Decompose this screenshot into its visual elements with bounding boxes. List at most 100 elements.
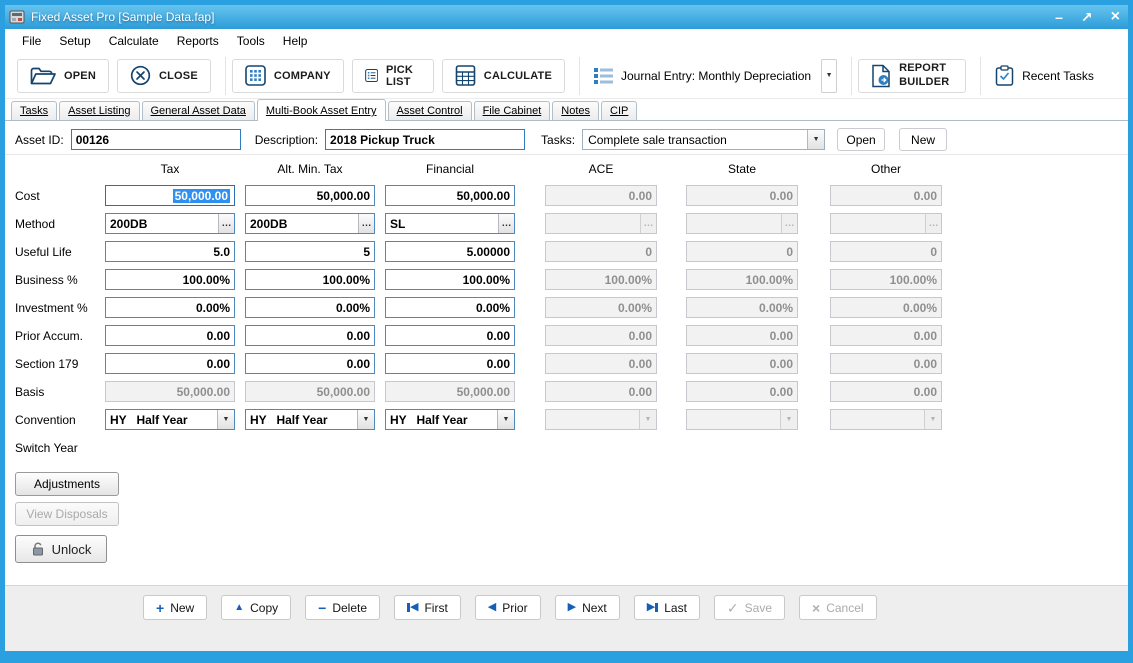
cost-ace-field: 0.00 (545, 185, 657, 206)
pick-list-icon (365, 65, 378, 86)
investment-pct-tax-field[interactable]: 0.00% (105, 297, 235, 318)
record-last-button[interactable]: ▶ Last (634, 595, 700, 620)
record-delete-button[interactable]: − Delete (305, 595, 380, 620)
investment-pct-ace-field: 0.00% (545, 297, 657, 318)
task-new-button[interactable]: New (899, 128, 947, 151)
prior-accum-financial-field[interactable]: 0.00 (385, 325, 515, 346)
journal-entry-control[interactable]: Journal Entry: Monthly Depreciation ▼ (586, 58, 845, 94)
menu-reports[interactable]: Reports (168, 31, 228, 51)
investment-pct-row: Investment % 0.00% 0.00% 0.00% 0.00% 0.0… (15, 297, 1128, 318)
tab-file-cabinet[interactable]: File Cabinet (474, 101, 551, 120)
section-179-tax-field[interactable]: 0.00 (105, 353, 235, 374)
method-tax-field[interactable]: 200DB… (105, 213, 235, 234)
convention-ace-arrow-icon: ▼ (639, 410, 656, 429)
method-financial-field[interactable]: SL… (385, 213, 515, 234)
maximize-icon[interactable]: ↗ (1081, 10, 1093, 24)
investment-pct-other-field: 0.00% (830, 297, 942, 318)
title-bar: Fixed Asset Pro [Sample Data.fap] – ↗ × (5, 5, 1128, 29)
menu-help[interactable]: Help (274, 31, 317, 51)
menu-calculate[interactable]: Calculate (100, 31, 168, 51)
business-pct-financial-field[interactable]: 100.00% (385, 269, 515, 290)
row-label-investment-pct: Investment % (15, 301, 105, 315)
company-button-label: COMPANY (274, 70, 331, 82)
prior-record-icon: ◀ (488, 602, 496, 613)
record-first-button[interactable]: ◀ First (394, 595, 461, 620)
calculate-button[interactable]: CALCULATE (442, 59, 565, 93)
open-button[interactable]: OPEN (17, 59, 109, 93)
tasks-dropdown[interactable]: Complete sale transaction ▼ (582, 129, 825, 150)
convention-tax-arrow-icon[interactable]: ▼ (217, 410, 234, 429)
method-altmin-field[interactable]: 200DB… (245, 213, 375, 234)
menu-file[interactable]: File (13, 31, 50, 51)
record-new-button[interactable]: + New (143, 595, 207, 620)
next-record-icon: ▶ (568, 602, 576, 613)
investment-pct-altmin-field[interactable]: 0.00% (245, 297, 375, 318)
report-builder-button[interactable]: REPORT BUILDER (858, 59, 966, 93)
record-next-button[interactable]: ▶ Next (555, 595, 620, 620)
row-label-cost: Cost (15, 189, 105, 203)
prior-accum-altmin-field[interactable]: 0.00 (245, 325, 375, 346)
description-label: Description: (255, 133, 318, 147)
tab-multi-book-asset-entry[interactable]: Multi-Book Asset Entry (257, 99, 386, 121)
section-179-altmin-field[interactable]: 0.00 (245, 353, 375, 374)
cost-financial-field[interactable]: 50,000.00 (385, 185, 515, 206)
menu-setup[interactable]: Setup (50, 31, 99, 51)
method-financial-lookup-button[interactable]: … (498, 214, 514, 233)
tab-notes[interactable]: Notes (552, 101, 599, 120)
cost-tax-field[interactable]: 50,000.00 (105, 185, 235, 206)
convention-tax-dropdown[interactable]: HY Half Year▼ (105, 409, 235, 430)
tab-asset-listing[interactable]: Asset Listing (59, 101, 139, 120)
tab-cip[interactable]: CIP (601, 101, 637, 120)
convention-row: Convention HY Half Year▼ HY Half Year▼ H… (15, 409, 1128, 430)
recent-tasks-control[interactable]: Recent Tasks ▼ (987, 58, 1133, 94)
section-179-financial-field[interactable]: 0.00 (385, 353, 515, 374)
unlock-button[interactable]: Unlock (15, 535, 107, 563)
minimize-icon[interactable]: – (1055, 10, 1063, 24)
basis-financial-field: 50,000.00 (385, 381, 515, 402)
useful-life-altmin-field[interactable]: 5 (245, 241, 375, 262)
prior-accum-tax-field[interactable]: 0.00 (105, 325, 235, 346)
adjustments-button[interactable]: Adjustments (15, 472, 119, 496)
basis-other-field: 0.00 (830, 381, 942, 402)
column-header-ace: ACE (545, 162, 657, 176)
menu-tools[interactable]: Tools (228, 31, 274, 51)
convention-state-arrow-icon: ▼ (780, 410, 797, 429)
business-pct-tax-field[interactable]: 100.00% (105, 269, 235, 290)
useful-life-tax-field[interactable]: 5.0 (105, 241, 235, 262)
pick-list-button-label: PICK LIST (386, 64, 421, 88)
recent-tasks-label: Recent Tasks (1022, 69, 1094, 83)
main-toolbar: OPEN CLOSE COMPANY (5, 53, 1128, 99)
convention-altmin-arrow-icon[interactable]: ▼ (357, 410, 374, 429)
record-prior-button[interactable]: ◀ Prior (475, 595, 541, 620)
task-open-button[interactable]: Open (837, 128, 885, 151)
convention-financial-arrow-icon[interactable]: ▼ (497, 410, 514, 429)
asset-id-field[interactable]: 00126 (71, 129, 241, 150)
method-altmin-lookup-button[interactable]: … (358, 214, 374, 233)
tab-asset-control[interactable]: Asset Control (388, 101, 472, 120)
record-copy-button[interactable]: ▲ Copy (221, 595, 291, 620)
description-field[interactable]: 2018 Pickup Truck (325, 129, 525, 150)
cost-altmin-field[interactable]: 50,000.00 (245, 185, 375, 206)
investment-pct-financial-field[interactable]: 0.00% (385, 297, 515, 318)
tasks-dropdown-arrow-icon[interactable]: ▼ (807, 130, 824, 149)
business-pct-ace-field: 100.00% (545, 269, 657, 290)
tab-general-asset-data[interactable]: General Asset Data (142, 101, 255, 120)
close-icon[interactable]: × (1111, 9, 1120, 25)
convention-altmin-dropdown[interactable]: HY Half Year▼ (245, 409, 375, 430)
useful-life-state-field: 0 (686, 241, 798, 262)
pick-list-button[interactable]: PICK LIST (352, 59, 434, 93)
business-pct-altmin-field[interactable]: 100.00% (245, 269, 375, 290)
journal-entry-dropdown-arrow-icon[interactable]: ▼ (821, 59, 837, 93)
report-builder-label: REPORT BUILDER (899, 62, 953, 90)
convention-financial-dropdown[interactable]: HY Half Year▼ (385, 409, 515, 430)
method-tax-lookup-button[interactable]: … (218, 214, 234, 233)
close-button[interactable]: CLOSE (117, 59, 211, 93)
grid-header-row: Tax Alt. Min. Tax Financial ACE State Ot… (15, 161, 1128, 176)
column-header-financial: Financial (385, 162, 515, 176)
company-button[interactable]: COMPANY (232, 59, 344, 93)
minus-icon: − (318, 601, 326, 615)
journal-entry-icon (594, 68, 613, 84)
tab-tasks[interactable]: Tasks (11, 101, 57, 120)
useful-life-financial-field[interactable]: 5.00000 (385, 241, 515, 262)
column-header-tax: Tax (105, 162, 235, 176)
